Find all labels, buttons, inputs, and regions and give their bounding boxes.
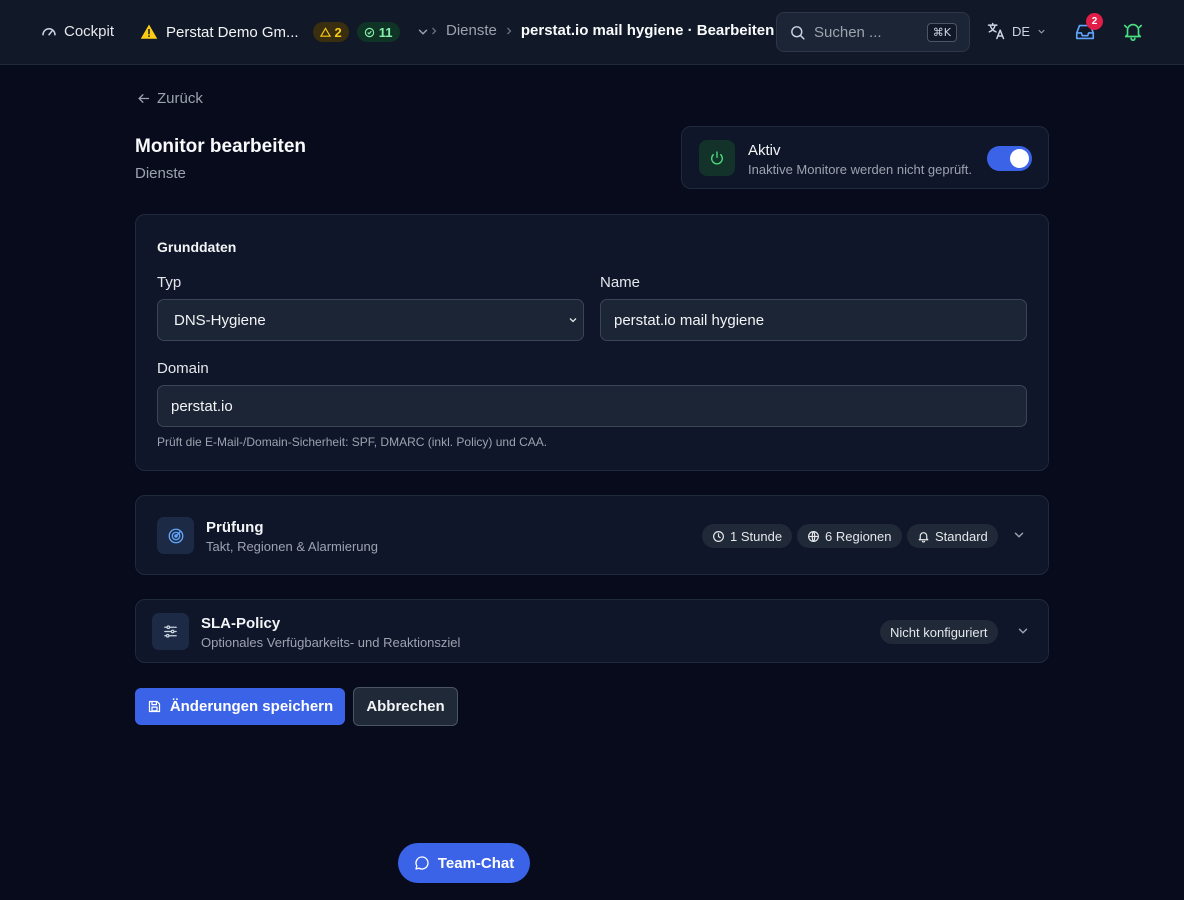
notifications-button[interactable]: [1122, 20, 1144, 42]
sla-card[interactable]: SLA-Policy Optionales Verfügbarkeits- un…: [135, 599, 1049, 663]
domain-help-text: Prüft die E-Mail-/Domain-Sicherheit: SPF…: [157, 435, 548, 449]
inbox-count-badge: 2: [1086, 13, 1103, 30]
back-link[interactable]: Zurück: [136, 90, 203, 107]
inbox-button[interactable]: 2: [1074, 13, 1103, 43]
check-description: Takt, Regionen & Alarmierung: [206, 539, 378, 554]
chevron-right-icon: [503, 25, 515, 37]
breadcrumb-current: perstat.io mail hygiene · Bearbeiten: [520, 22, 775, 39]
team-chat-label: Team-Chat: [437, 854, 515, 872]
org-name: Perstat Demo Gm...: [166, 23, 299, 41]
team-chat-button[interactable]: Team-Chat: [398, 843, 530, 883]
cancel-label: Abbrechen: [366, 698, 445, 715]
interval-value: 1 Stunde: [730, 528, 783, 544]
language-code: DE: [1012, 23, 1031, 39]
power-icon: [699, 140, 735, 176]
ok-count: 11: [378, 24, 393, 40]
type-select[interactable]: DNS-Hygiene: [157, 299, 584, 341]
chevron-down-icon[interactable]: [1016, 624, 1030, 638]
check-title: Prüfung: [206, 519, 264, 536]
sla-status-pill: Nicht konfiguriert: [880, 620, 998, 644]
bell-ringing-icon: [1122, 20, 1144, 42]
warning-triangle-icon: [140, 23, 158, 41]
regions-pill: 6 Regionen: [797, 524, 902, 548]
name-label: Name: [600, 274, 641, 291]
active-description: Inaktive Monitore werden nicht geprüft.: [748, 162, 973, 177]
regions-value: 6 Regionen: [825, 528, 892, 544]
clock-icon: [712, 530, 725, 543]
radar-icon: [157, 517, 194, 554]
breadcrumb-parent[interactable]: Dienste: [446, 22, 497, 39]
section-title: Grunddaten: [157, 239, 237, 255]
translate-icon: [986, 21, 1006, 41]
chevron-right-icon: [428, 25, 440, 37]
sliders-icon: [152, 613, 189, 650]
chat-bubble-icon: [414, 855, 430, 871]
save-button[interactable]: Änderungen speichern: [135, 688, 345, 725]
chevron-down-icon: [567, 314, 579, 326]
breadcrumb: Dienste perstat.io mail hygiene · Bearbe…: [428, 22, 774, 39]
domain-value: perstat.io: [171, 397, 233, 415]
page-subtitle: Dienste: [135, 165, 186, 182]
page-title: Monitor bearbeiten: [135, 136, 307, 157]
sla-description: Optionales Verfügbarkeits- und Reaktions…: [201, 635, 461, 650]
check-circle-icon: [364, 27, 375, 38]
name-input[interactable]: perstat.io mail hygiene: [600, 299, 1027, 341]
warning-small-icon: [319, 26, 331, 38]
sla-status: Nicht konfiguriert: [890, 624, 988, 640]
search-placeholder: Suchen ...: [814, 23, 882, 41]
alerting-pill: Standard: [907, 524, 998, 548]
active-title: Aktiv: [748, 142, 781, 159]
bell-icon: [917, 530, 930, 543]
arrow-left-icon: [136, 91, 151, 106]
domain-label: Domain: [157, 360, 209, 377]
language-switcher[interactable]: DE: [986, 21, 1047, 41]
search-shortcut: ⌘K: [926, 22, 957, 42]
top-bar: Cockpit Perstat Demo Gm... 2 11 Dienste …: [0, 0, 1184, 65]
warning-count-badge[interactable]: 2: [312, 22, 349, 42]
alerting-value: Standard: [935, 528, 988, 544]
save-icon: [147, 699, 162, 714]
check-card[interactable]: Prüfung Takt, Regionen & Alarmierung 1 S…: [135, 495, 1049, 575]
interval-pill: 1 Stunde: [702, 524, 793, 548]
ok-count-badge[interactable]: 11: [356, 22, 400, 42]
cockpit-label: Cockpit: [64, 22, 115, 40]
gauge-icon: [40, 22, 58, 40]
warning-count: 2: [334, 24, 342, 40]
name-value: perstat.io mail hygiene: [614, 311, 765, 329]
type-value: DNS-Hygiene: [174, 311, 266, 329]
sla-title: SLA-Policy: [201, 615, 281, 632]
globe-icon: [807, 530, 820, 543]
active-toggle-card: Aktiv Inaktive Monitore werden nicht gep…: [681, 126, 1049, 189]
org-switcher[interactable]: Perstat Demo Gm... 2 11: [140, 22, 430, 42]
cockpit-link[interactable]: Cockpit: [40, 22, 114, 40]
back-label: Zurück: [157, 90, 203, 107]
chevron-down-icon[interactable]: [1012, 528, 1026, 542]
search-input[interactable]: Suchen ... ⌘K: [776, 12, 970, 52]
chevron-down-icon: [1036, 26, 1047, 37]
active-toggle[interactable]: [987, 146, 1032, 171]
toggle-knob: [1010, 149, 1029, 168]
cancel-button[interactable]: Abbrechen: [353, 687, 458, 726]
basic-data-card: Grunddaten Typ DNS-Hygiene Name perstat.…: [135, 214, 1049, 471]
search-icon: [789, 24, 806, 41]
type-label: Typ: [157, 274, 182, 291]
domain-input[interactable]: perstat.io: [157, 385, 1027, 427]
save-label: Änderungen speichern: [169, 698, 334, 715]
